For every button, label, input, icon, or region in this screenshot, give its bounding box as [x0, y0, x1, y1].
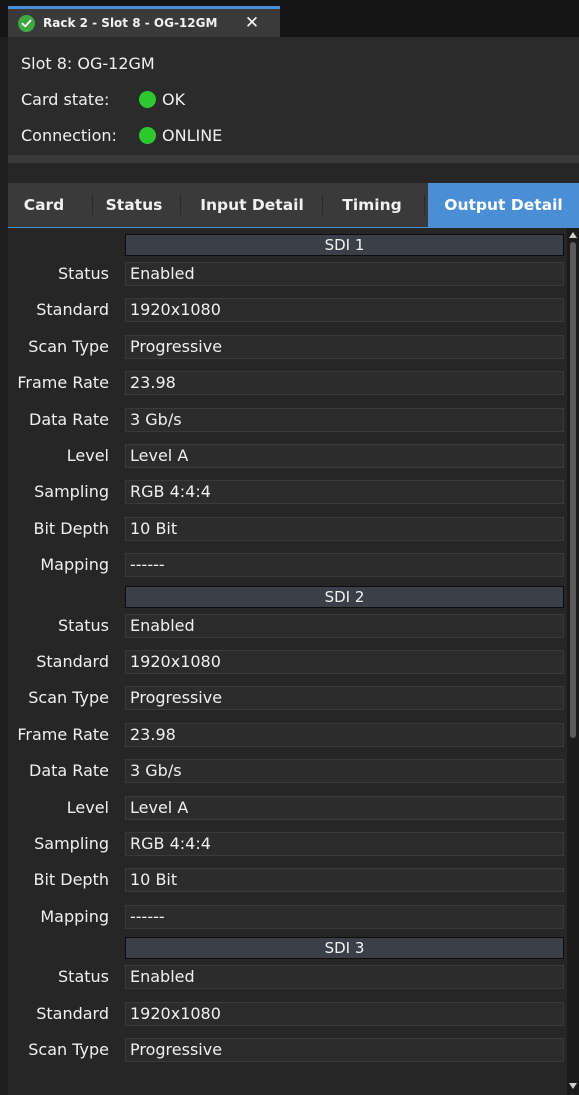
field-value: 1920x1080: [125, 1001, 564, 1026]
field-value: 3 Gb/s: [125, 407, 564, 432]
connection-label: Connection:: [21, 126, 117, 145]
card-detail-window: Rack 2 - Slot 8 - OG-12GM ✕ Slot 8: OG-1…: [0, 0, 579, 1095]
section-header: SDI 3: [125, 937, 564, 960]
section-header: SDI 1: [125, 234, 564, 256]
panel-spacer: [8, 163, 579, 183]
field-label: Sampling: [34, 834, 109, 853]
field-label: Data Rate: [29, 761, 109, 781]
field-value: 3 Gb/s: [125, 759, 564, 784]
field-label: Sampling: [34, 482, 109, 502]
field-value: 10 Bit: [125, 516, 564, 541]
field-value: Level A: [125, 795, 564, 820]
field-label: Frame Rate: [17, 373, 109, 393]
tab-separator: [92, 195, 93, 215]
close-icon[interactable]: ✕: [242, 11, 262, 35]
field-value: Progressive: [125, 1038, 564, 1062]
field-label: Scan Type: [28, 336, 109, 356]
tab-status[interactable]: Status: [94, 183, 174, 227]
field-value: 10 Bit: [125, 868, 564, 893]
section-header: SDI 2: [125, 585, 564, 608]
document-tab-title: Rack 2 - Slot 8 - OG-12GM: [43, 16, 218, 30]
output-detail-content: SDI 1 Status Enabled Standard 1920x1080 Scan …: [8, 228, 567, 1095]
field-value: 1920x1080: [125, 650, 564, 674]
field-label: Mapping: [40, 555, 109, 575]
tab-separator: [424, 195, 425, 215]
field-label: Scan Type: [28, 1040, 109, 1059]
tab-timing[interactable]: Timing: [324, 183, 420, 227]
section-tab-bar: Card Status Input Detail Timing Output D…: [8, 183, 579, 228]
field-label: Standard: [36, 1003, 109, 1023]
slot-text: Slot 8: OG-12GM: [21, 54, 155, 73]
document-tab-strip: Rack 2 - Slot 8 - OG-12GM ✕: [0, 0, 579, 37]
card-state-row: Card state: OK: [21, 90, 185, 109]
field-label: Standard: [36, 652, 109, 671]
connection-indicator-icon: [139, 127, 156, 144]
field-value: Progressive: [125, 686, 564, 711]
field-value: Progressive: [125, 334, 564, 359]
vertical-scrollbar[interactable]: [567, 228, 579, 1095]
field-label: Level: [66, 797, 109, 817]
field-label: Status: [58, 264, 109, 283]
field-value: ------: [125, 553, 564, 578]
field-label: Bit Depth: [33, 518, 109, 538]
field-value: Enabled: [125, 262, 564, 286]
scroll-thumb[interactable]: [570, 242, 576, 738]
field-value: ------: [125, 904, 564, 929]
field-value: 23.98: [125, 722, 564, 747]
connection-value: ONLINE: [162, 126, 223, 145]
field-label: Standard: [36, 300, 109, 320]
field-label: Status: [58, 615, 109, 635]
field-value: Enabled: [125, 965, 564, 990]
tab-card[interactable]: Card: [8, 183, 80, 227]
card-state-label: Card state:: [21, 90, 110, 109]
slot-label: Slot 8: OG-12GM: [21, 54, 155, 73]
scroll-up-arrow-icon[interactable]: [569, 232, 577, 238]
connection-row: Connection: ONLINE: [21, 126, 222, 145]
tab-input-detail[interactable]: Input Detail: [182, 183, 322, 227]
field-label: Scan Type: [28, 688, 109, 708]
card-state-indicator-icon: [139, 91, 156, 108]
field-value: 1920x1080: [125, 298, 564, 323]
field-label: Bit Depth: [33, 870, 109, 890]
field-label: Status: [58, 967, 109, 987]
scroll-down-arrow-icon[interactable]: [569, 1083, 577, 1089]
document-tab[interactable]: Rack 2 - Slot 8 - OG-12GM ✕: [8, 6, 280, 37]
panel-divider: [8, 155, 579, 163]
tab-separator: [180, 195, 181, 215]
card-state-value: OK: [162, 90, 186, 109]
field-value: RGB 4:4:4: [125, 832, 564, 856]
field-value: Level A: [125, 444, 564, 468]
check-icon: [18, 14, 35, 32]
field-label: Data Rate: [29, 409, 109, 429]
field-label: Frame Rate: [17, 724, 109, 744]
field-value: RGB 4:4:4: [125, 480, 564, 505]
tab-output-detail[interactable]: Output Detail: [428, 183, 579, 227]
field-value: 23.98: [125, 371, 564, 396]
field-value: Enabled: [125, 613, 564, 638]
card-info-panel: Slot 8: OG-12GM Card state: OK Connectio…: [8, 37, 579, 155]
field-label: Level: [66, 446, 109, 465]
field-label: Mapping: [40, 906, 109, 926]
tab-separator: [322, 195, 323, 215]
